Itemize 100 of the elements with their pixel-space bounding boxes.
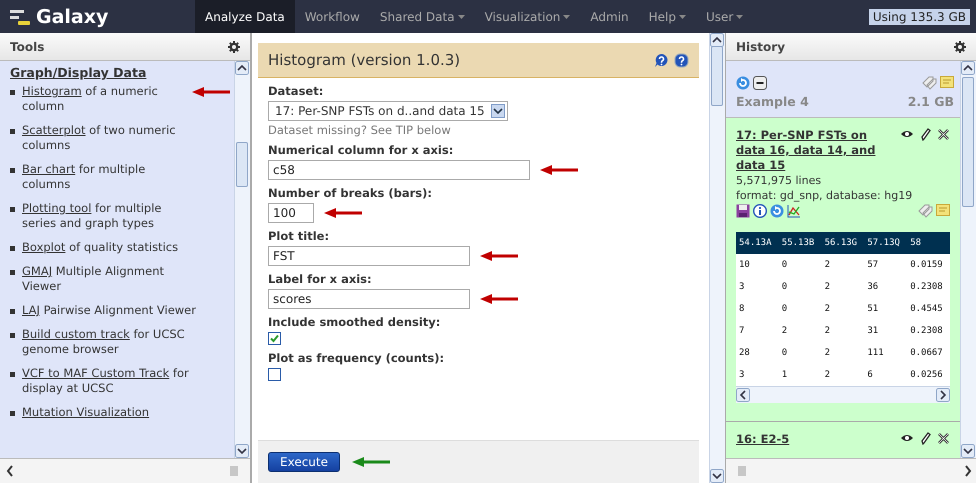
section-title[interactable]: Graph/Display Data: [10, 65, 234, 80]
help-icon[interactable]: [674, 52, 689, 68]
column-header: 55.13B: [778, 232, 822, 254]
delete-icon[interactable]: [937, 432, 950, 445]
pencil-icon[interactable]: [920, 432, 931, 445]
dataset-select[interactable]: 17: Per-SNP FSTs on d..and data 15: [268, 101, 508, 121]
table-cell-text: 0: [780, 303, 788, 316]
tool-link[interactable]: GMAJ: [22, 264, 52, 278]
tool-description: VCF to MAF Custom Track for display at UCSC: [22, 366, 190, 396]
dataset-info: 5,571,975 lines: [736, 173, 822, 188]
scroll-up-icon[interactable]: [961, 61, 975, 75]
nav-tab[interactable]: Workflow: [294, 0, 370, 33]
collapse-left-icon[interactable]: [6, 465, 14, 477]
tool-link[interactable]: LAJ: [22, 303, 40, 317]
scroll-down-icon[interactable]: [235, 444, 249, 458]
tool-link[interactable]: VCF to MAF Custom Track: [22, 366, 170, 380]
drag-handle-icon[interactable]: [738, 466, 746, 476]
table-cell: 0: [778, 254, 822, 276]
caret-icon: [563, 14, 570, 18]
tool-link[interactable]: Bar chart: [22, 162, 76, 176]
table-cell-text: 31: [866, 325, 880, 338]
nav-tab[interactable]: Visualization: [474, 0, 580, 33]
checkbox[interactable]: [268, 332, 281, 345]
tool-link[interactable]: Histogram: [22, 84, 82, 98]
eye-icon[interactable]: [900, 128, 914, 140]
field-label: Numerical column for x axis:: [268, 143, 454, 157]
nav-tab[interactable]: Admin: [580, 0, 639, 33]
refresh-icon[interactable]: [770, 204, 784, 218]
bullet-icon: [10, 246, 15, 251]
tool-link[interactable]: Build custom track: [22, 327, 130, 341]
expand-right-icon[interactable]: [964, 465, 972, 477]
dataset-title[interactable]: 17: Per-SNP FSTs on data 16, data 14, and data 15: [736, 128, 900, 173]
text-field[interactable]: 100: [268, 203, 314, 223]
scrollbar-thumb[interactable]: [711, 46, 723, 106]
brand-name[interactable]: Galaxy: [36, 6, 108, 28]
bullet-icon: [10, 207, 15, 212]
table-cell-text: 2: [824, 369, 832, 382]
tool-description: Bar chart for multiple columns: [22, 162, 146, 192]
bullet-icon: [10, 270, 15, 275]
text-field[interactable]: c58: [268, 160, 530, 180]
bullet-icon: [10, 411, 15, 416]
help-icon[interactable]: [654, 52, 669, 68]
text-field[interactable]: scores: [268, 289, 470, 309]
dataset-info: format: gd_snp, database: hg19: [736, 188, 914, 203]
column-header: 56.13G: [822, 232, 864, 254]
field-label: Plot as frequency (counts):: [268, 351, 446, 365]
scrollbar-thumb[interactable]: [236, 142, 248, 187]
dataset-item[interactable]: 16: E2-5: [726, 422, 960, 458]
scroll-left-icon[interactable]: [736, 388, 750, 402]
nav-tab[interactable]: User: [696, 0, 754, 33]
logo-icon[interactable]: [10, 8, 30, 26]
history-size: 2.1 GB: [908, 94, 954, 109]
column-header: 57.13Q: [864, 232, 908, 254]
tool-description: Scatterplot of two numeric columns: [22, 123, 177, 153]
scrollbar-thumb[interactable]: [962, 77, 974, 207]
info-icon[interactable]: [753, 204, 767, 218]
table-cell-text: 2: [824, 347, 832, 360]
settings-icon[interactable]: [954, 40, 966, 52]
caret-icon: [458, 14, 465, 18]
nav-tab[interactable]: Analyze Data: [195, 0, 295, 33]
usage-meter: Using 135.3 GB: [868, 8, 970, 24]
scroll-down-icon[interactable]: [710, 469, 724, 483]
nav-tab[interactable]: Help: [638, 0, 696, 33]
table-cell-text: 2: [824, 281, 832, 294]
table-cell-text: 0.4545: [909, 303, 944, 316]
text-field[interactable]: FST: [268, 246, 470, 266]
tool-link[interactable]: Mutation Visualization: [22, 405, 150, 420]
scroll-down-icon[interactable]: [961, 444, 975, 458]
scroll-up-icon[interactable]: [235, 61, 249, 75]
chart-icon[interactable]: [787, 204, 801, 218]
save-icon[interactable]: [736, 204, 750, 218]
tool-link[interactable]: Scatterplot: [22, 123, 86, 137]
collapse-icon[interactable]: [753, 76, 767, 90]
settings-icon[interactable]: [228, 40, 240, 52]
nav-tab[interactable]: Shared Data: [370, 0, 475, 33]
tag-icon[interactable]: [918, 203, 933, 218]
eye-icon[interactable]: [900, 432, 914, 444]
tool-link[interactable]: Boxplot: [22, 240, 66, 254]
table-cell-text: 6: [866, 369, 874, 382]
field-label: Label for x axis:: [268, 272, 373, 286]
table-cell-text: 8: [738, 303, 746, 316]
tool-description: Build custom track for UCSC genome browser: [22, 327, 186, 357]
dataset-item[interactable]: [726, 118, 960, 422]
pencil-icon[interactable]: [920, 128, 931, 141]
delete-icon[interactable]: [937, 128, 950, 141]
scroll-right-icon[interactable]: [936, 388, 950, 402]
drag-handle-icon[interactable]: [230, 466, 238, 476]
scroll-up-icon[interactable]: [710, 33, 724, 47]
dataset-title[interactable]: 16: E2-5: [736, 432, 900, 447]
bullet-icon: [10, 90, 15, 95]
tool-link[interactable]: Plotting tool: [22, 201, 92, 215]
tool-title: Histogram (version 1.0.3): [268, 51, 460, 69]
checkbox[interactable]: [268, 368, 281, 381]
column-header: 54.13A: [736, 232, 779, 254]
tool-description: GMAJ Multiple Alignment Viewer: [22, 264, 166, 294]
table-cell: 2: [822, 254, 864, 276]
execute-button[interactable]: Execute: [268, 452, 340, 472]
tool-description: LAJ Pairwise Alignment Viewer: [22, 303, 197, 318]
dropdown-icon: [490, 104, 505, 118]
table-cell-text: 28: [738, 347, 751, 360]
